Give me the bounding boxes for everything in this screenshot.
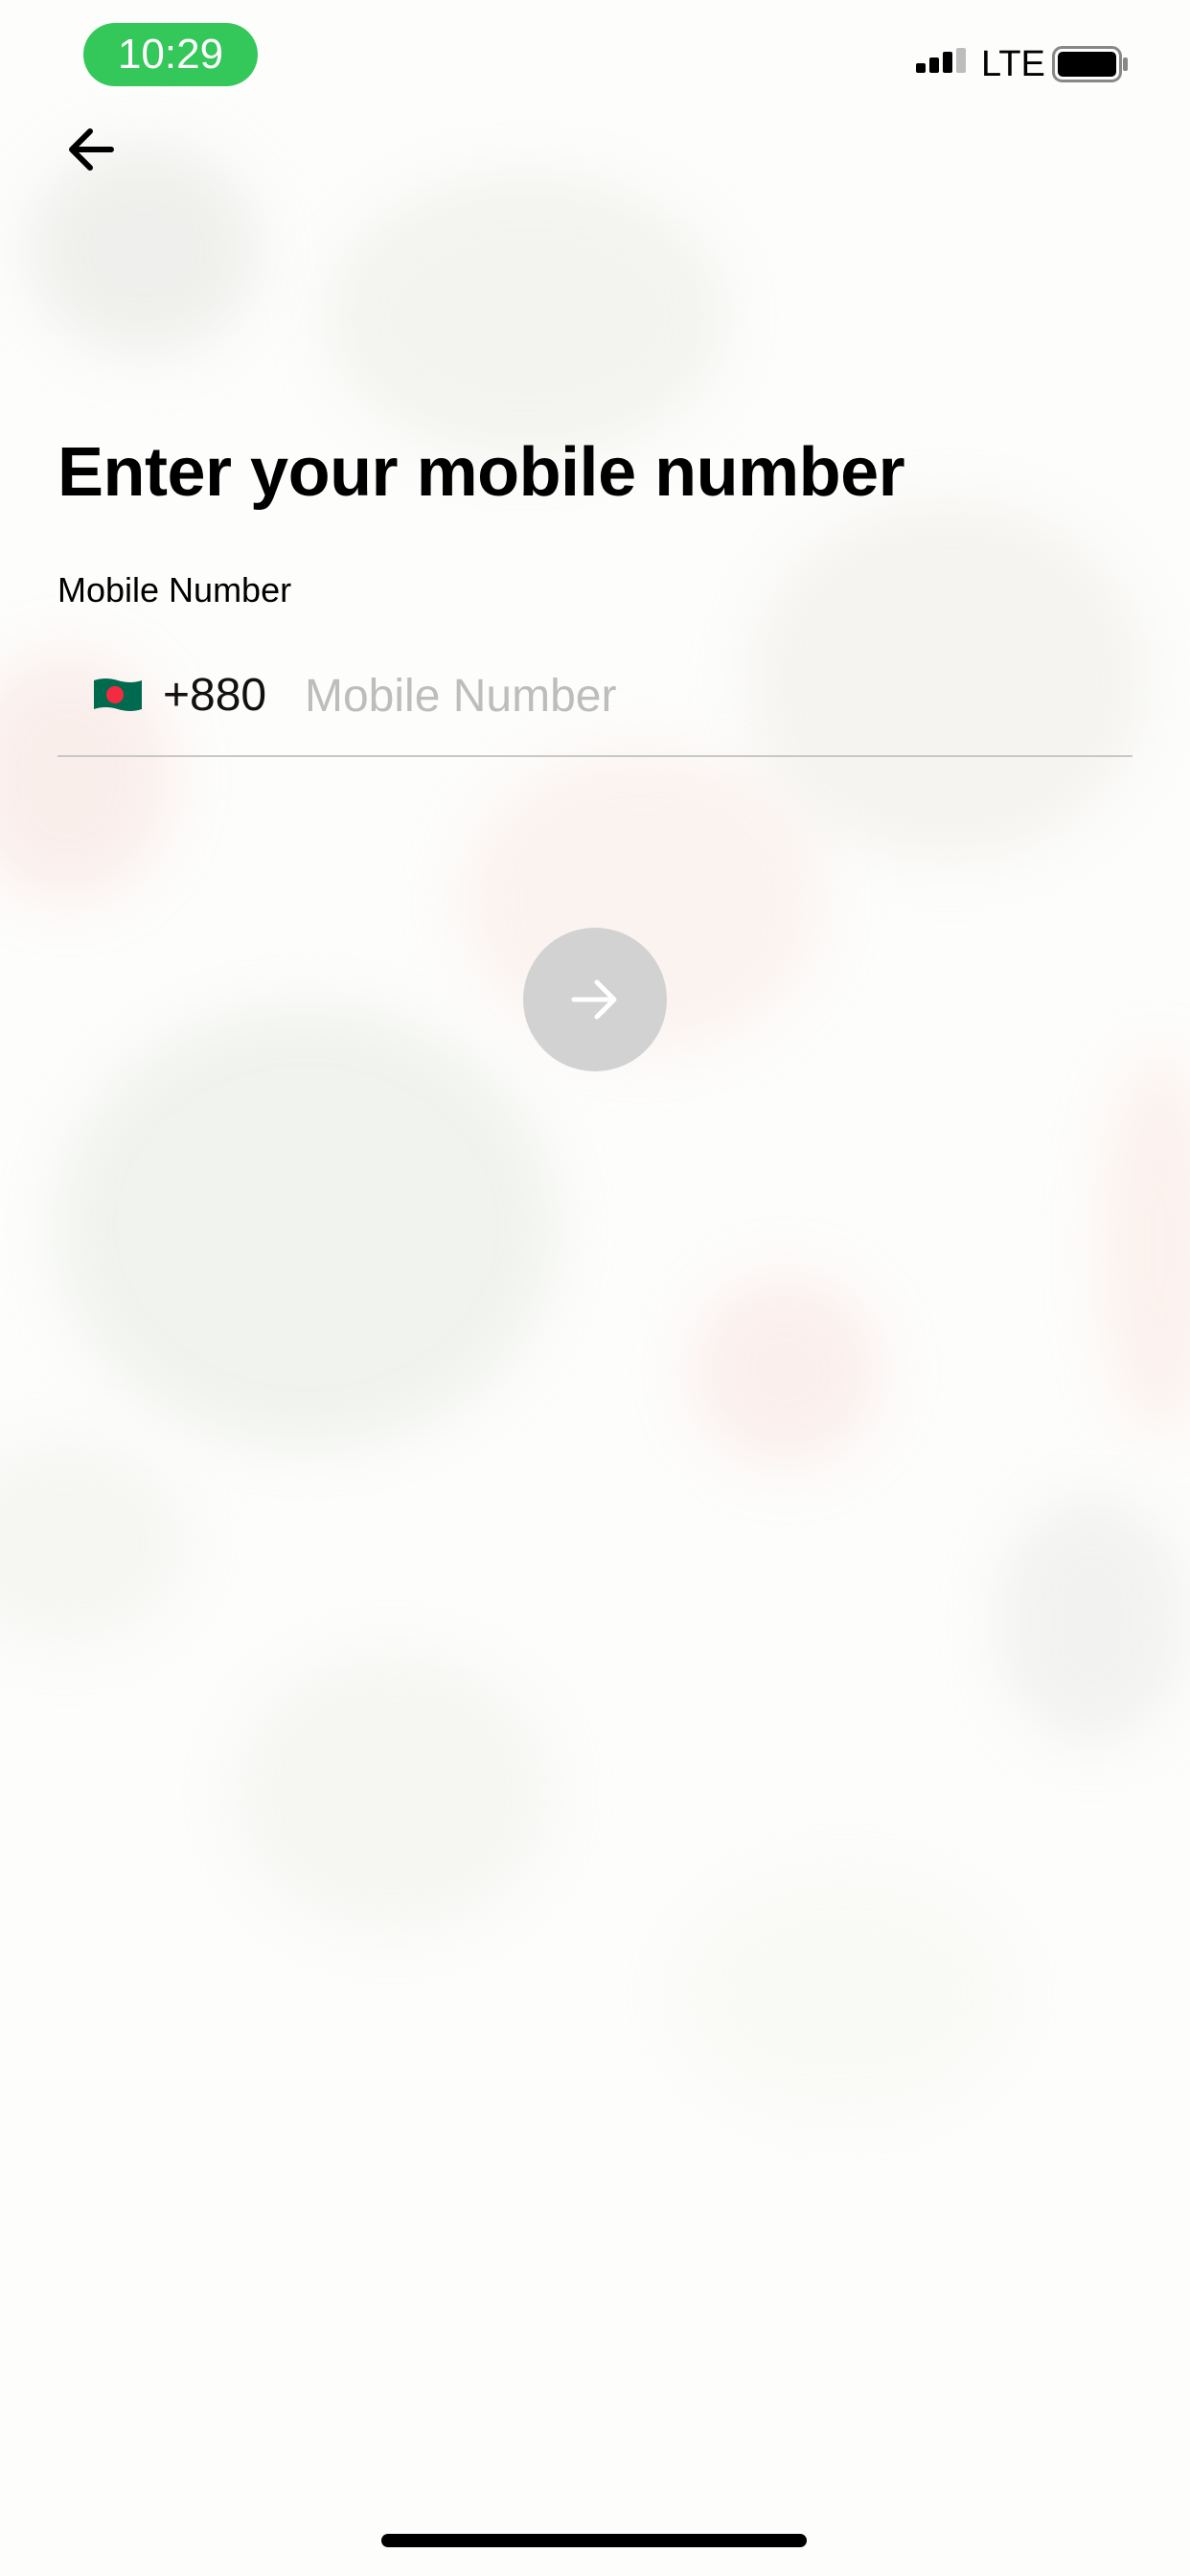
background-image (0, 0, 1190, 2576)
mobile-number-input[interactable] (305, 661, 1110, 730)
page-title: Enter your mobile number (57, 434, 905, 511)
phone-input-row: +880 (57, 652, 1133, 757)
status-time: 10:29 (83, 23, 258, 86)
mobile-number-label: Mobile Number (57, 570, 292, 610)
country-code[interactable]: +880 (163, 669, 266, 723)
arrow-right-icon (571, 979, 617, 1020)
bangladesh-flag-icon[interactable] (92, 677, 144, 713)
network-type: LTE (981, 44, 1045, 84)
status-bar: 10:29 LTE (0, 0, 1190, 115)
signal-icon (916, 48, 966, 73)
battery-icon (1052, 46, 1128, 82)
home-indicator[interactable] (381, 2534, 807, 2547)
back-arrow-icon (69, 128, 114, 171)
back-button[interactable] (56, 115, 132, 192)
next-button[interactable] (523, 928, 667, 1071)
